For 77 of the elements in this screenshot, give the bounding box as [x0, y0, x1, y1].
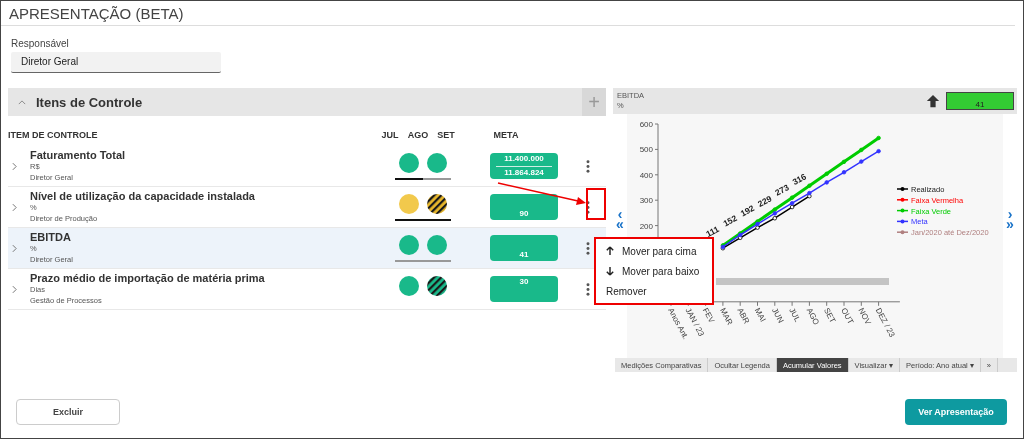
field-label: Responsável — [11, 38, 70, 49]
column-header: AGO — [406, 130, 430, 140]
collapse-icon[interactable] — [18, 99, 26, 105]
expand-icon[interactable] — [12, 161, 17, 171]
column-header: SET — [436, 130, 456, 140]
more-options-icon[interactable] — [586, 282, 590, 296]
item-name: Faturamento Total — [30, 149, 127, 161]
expand-icon[interactable] — [12, 202, 17, 212]
item-name: Nível de utilização da capacidade instalada — [30, 190, 256, 202]
data-point — [824, 180, 829, 185]
column-header: JUL — [380, 130, 400, 140]
arrow-down-icon — [606, 266, 614, 276]
page-title: APRESENTAÇÃO (BETA) — [1, 1, 1015, 26]
data-label: 152 — [721, 213, 739, 229]
item-name: EBITDA — [30, 231, 72, 243]
y-tick-label: 400 — [639, 170, 653, 180]
x-tick-label: OUT — [839, 306, 856, 326]
legend-marker — [896, 187, 909, 191]
more-options-icon[interactable] — [586, 159, 590, 173]
x-tick-label: NOV — [856, 306, 873, 327]
data-point — [807, 183, 812, 188]
x-tick-label: MAI — [752, 306, 768, 324]
more-options-icon[interactable] — [586, 241, 590, 255]
data-point — [859, 159, 864, 164]
secondary-button[interactable]: Excluir — [16, 399, 120, 425]
more-options-icon[interactable] — [586, 200, 590, 214]
first-button[interactable]: « — [616, 219, 624, 229]
meta-value: 11.864.824 — [504, 168, 544, 178]
menu-label: Mover para cima — [622, 245, 697, 257]
data-label: 111 — [704, 223, 721, 239]
expand-icon[interactable] — [12, 284, 17, 294]
section-title: Itens de Controle — [36, 94, 144, 110]
y-tick-label: 200 — [639, 221, 653, 231]
next-button[interactable]: › — [1007, 209, 1013, 219]
data-point — [824, 171, 829, 176]
data-label: 192 — [738, 202, 756, 219]
x-tick-label: SET — [821, 306, 838, 325]
column-header: ITEM DE CONTROLE — [8, 130, 99, 140]
last-button[interactable]: » — [1006, 219, 1014, 229]
x-tick-label: FEV — [700, 306, 717, 325]
x-tick-label: JUL — [787, 306, 802, 324]
data-point — [876, 149, 881, 154]
meta-value: 30 — [519, 277, 529, 287]
previous-button[interactable]: ‹ — [617, 209, 623, 219]
menu-label: Mover para baixo — [622, 265, 700, 277]
legend-marker — [896, 197, 909, 202]
responsible-field[interactable]: Diretor Geral — [11, 52, 221, 73]
legend-marker — [896, 219, 909, 224]
data-label: 273 — [773, 182, 791, 198]
value-badge: 41 — [946, 92, 1014, 110]
x-tick-label: JUN — [770, 306, 786, 325]
data-point — [841, 159, 847, 165]
data-point — [841, 170, 847, 175]
expand-icon[interactable] — [12, 243, 17, 253]
legend-marker — [896, 230, 909, 235]
data-label: 229 — [756, 193, 774, 209]
y-tick-label: 600 — [639, 120, 653, 129]
x-tick-label: MAR — [718, 306, 735, 327]
menu-label: Remover — [606, 285, 647, 297]
arrow-up-icon — [606, 246, 614, 256]
highlight-frame — [586, 188, 606, 220]
scrollbar[interactable] — [716, 278, 889, 285]
y-tick-label: 300 — [639, 196, 653, 206]
x-tick-label: DEZ / 23 — [873, 306, 897, 339]
up-arrow-icon — [926, 94, 940, 108]
meta-value: 11.400.000 — [504, 154, 544, 164]
data-label: 316 — [790, 171, 808, 187]
data-point — [859, 147, 864, 153]
column-header: META — [492, 130, 520, 140]
x-tick-label: ABR — [735, 306, 752, 326]
item-name: Prazo médio de importação de matéria prima — [30, 272, 266, 284]
x-tick-label: AGO — [804, 306, 821, 327]
data-point — [876, 135, 881, 141]
legend-marker — [896, 208, 909, 213]
meta-value: 41 — [519, 250, 529, 260]
meta-value: 90 — [519, 209, 529, 219]
y-tick-label: 500 — [639, 145, 653, 155]
